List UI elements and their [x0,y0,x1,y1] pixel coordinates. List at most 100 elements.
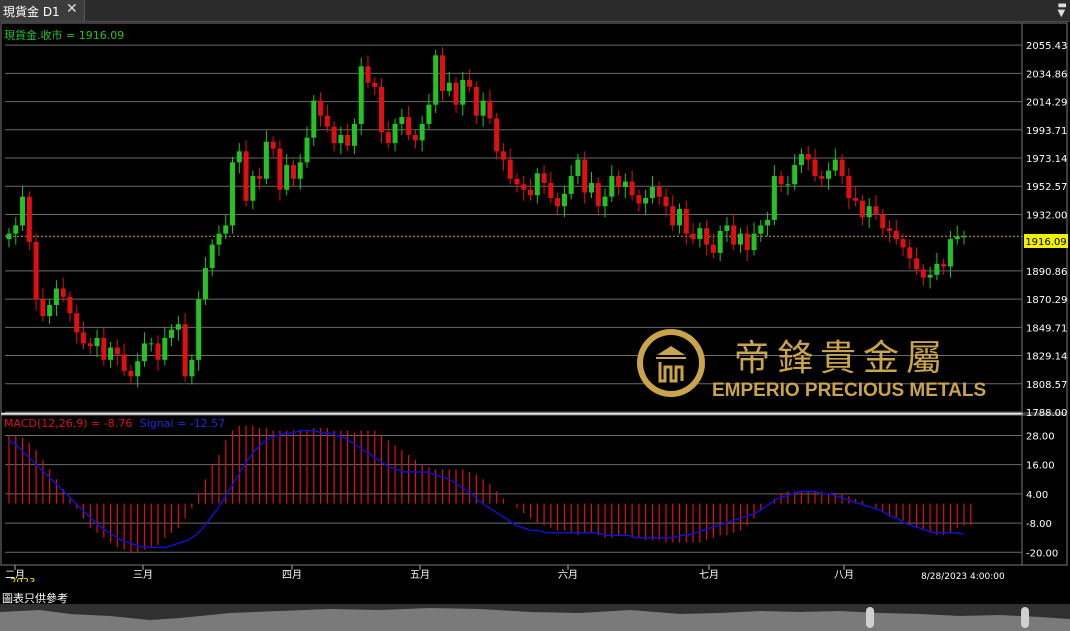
last-price-value: 1916.09 [1025,237,1066,248]
chart-scrollbar[interactable] [0,604,1070,631]
candle-body [460,80,466,105]
candle-body [737,233,743,245]
macd-tick-label: 16.00 [1026,461,1055,472]
candle-body [433,55,439,105]
macd-tick-label: -20.00 [1026,548,1058,559]
candle-body [724,225,730,231]
candle-body [148,343,154,345]
candle-body [243,151,249,201]
candle-body [270,141,276,149]
candle-body [331,126,337,144]
price-legend: 現貨金.收市 = 1916.09 [4,28,124,42]
candle-body [785,184,791,186]
candle-body [26,196,32,242]
tab-title: 現貨金 D1 [3,5,60,19]
candle-body [297,162,303,179]
candle-body [162,337,168,360]
macd-legend-value: MACD(12,26,9) = -8.76 [4,417,132,430]
candle-body [602,196,608,207]
candle-body [961,236,967,238]
candle-body [318,100,324,116]
candle-body [13,225,19,234]
candle-body [358,66,364,124]
candle-body [704,228,710,245]
x-tick-label: 三月 [133,569,153,581]
candle-body [853,197,859,201]
candle-body [223,225,229,234]
candle-body [927,274,933,278]
x-tick-label: 七月 [699,569,719,581]
candle-body [263,141,269,179]
candle-body [561,193,567,207]
candle-body [412,134,418,141]
candle-body [94,337,100,347]
candle-body [81,332,87,344]
candle-body [751,233,757,251]
candle-body [169,329,175,338]
price-tick-label: 1808.57 [1026,380,1067,391]
candle-body [257,176,263,179]
x-tick-label: 八月 [834,569,854,581]
candle-body [934,263,940,275]
price-tick-label: 1973.14 [1026,154,1067,165]
tab-chart-d1[interactable]: 現貨金 D1 ✕ [0,0,85,21]
candle-body [365,66,371,83]
brand-logo: 帝鋒貴金屬 EMPERIO PRECIOUS METALS [636,326,1006,401]
scrollbar-handle-left[interactable] [866,607,874,628]
candle-body [690,233,696,240]
candle-body [697,228,703,240]
candle-body [230,162,236,226]
candle-body [616,176,622,188]
tab-menu-icon[interactable]: ▬ ▼ [1058,1,1067,19]
price-tick-label: 2014.29 [1026,98,1067,109]
candle-body [473,86,479,116]
price-tick-label: 1788.00 [1026,408,1067,419]
price-tick-label: 1932.00 [1026,210,1067,221]
candle-body [636,195,642,204]
candle-body [595,182,601,207]
candle-body [568,176,574,194]
x-tick-label: 五月 [410,569,430,581]
price-tick-label: 1849.71 [1026,323,1067,334]
macd-legend: MACD(12,26,9) = -8.76 Signal = -12.57 [4,417,225,430]
candle-body [588,182,594,193]
last-price-tag: 1916.09 [1024,234,1068,248]
candle-body [880,214,886,229]
candle-body [372,82,378,87]
candle-body [886,228,892,231]
candle-body [202,267,208,300]
candle-body [114,347,120,355]
candle-body [629,181,635,196]
close-icon[interactable]: ✕ [66,1,78,17]
candle-body [765,219,771,226]
candle-body [338,134,344,144]
candle-body [609,176,615,197]
macd-tick-label: 28.00 [1026,431,1055,442]
candle-body [379,86,385,133]
candle-body [67,296,73,314]
tab-bar: 現貨金 D1 ✕ ▬ ▼ [0,0,1070,22]
candle-body [406,117,412,135]
candle-body [731,225,737,245]
candle-body [487,100,493,119]
candle-body [744,233,750,251]
candle-body [385,132,391,144]
candle-body [907,247,913,259]
candle-body [914,258,920,270]
candle-body [121,354,127,371]
scrollbar-handle-right[interactable] [1021,607,1029,628]
candle-body [798,154,804,166]
candle-body [74,313,80,333]
candle-body [101,337,107,360]
candle-body [480,100,486,116]
candle-body [419,123,425,141]
logo-english: EMPERIO PRECIOUS METALS [712,380,986,400]
candle-body [33,241,39,300]
candle-body [324,115,330,127]
price-tick-label: 1993.71 [1026,126,1067,137]
candle-body [290,165,296,179]
price-tick-label: 1952.57 [1026,182,1067,193]
price-chart[interactable]: 2055.43 2034.86 2014.29 1993.71 1973.14 1952.… [0,22,1070,582]
macd-tick-label: -8.00 [1026,519,1052,530]
candle-body [351,123,357,146]
